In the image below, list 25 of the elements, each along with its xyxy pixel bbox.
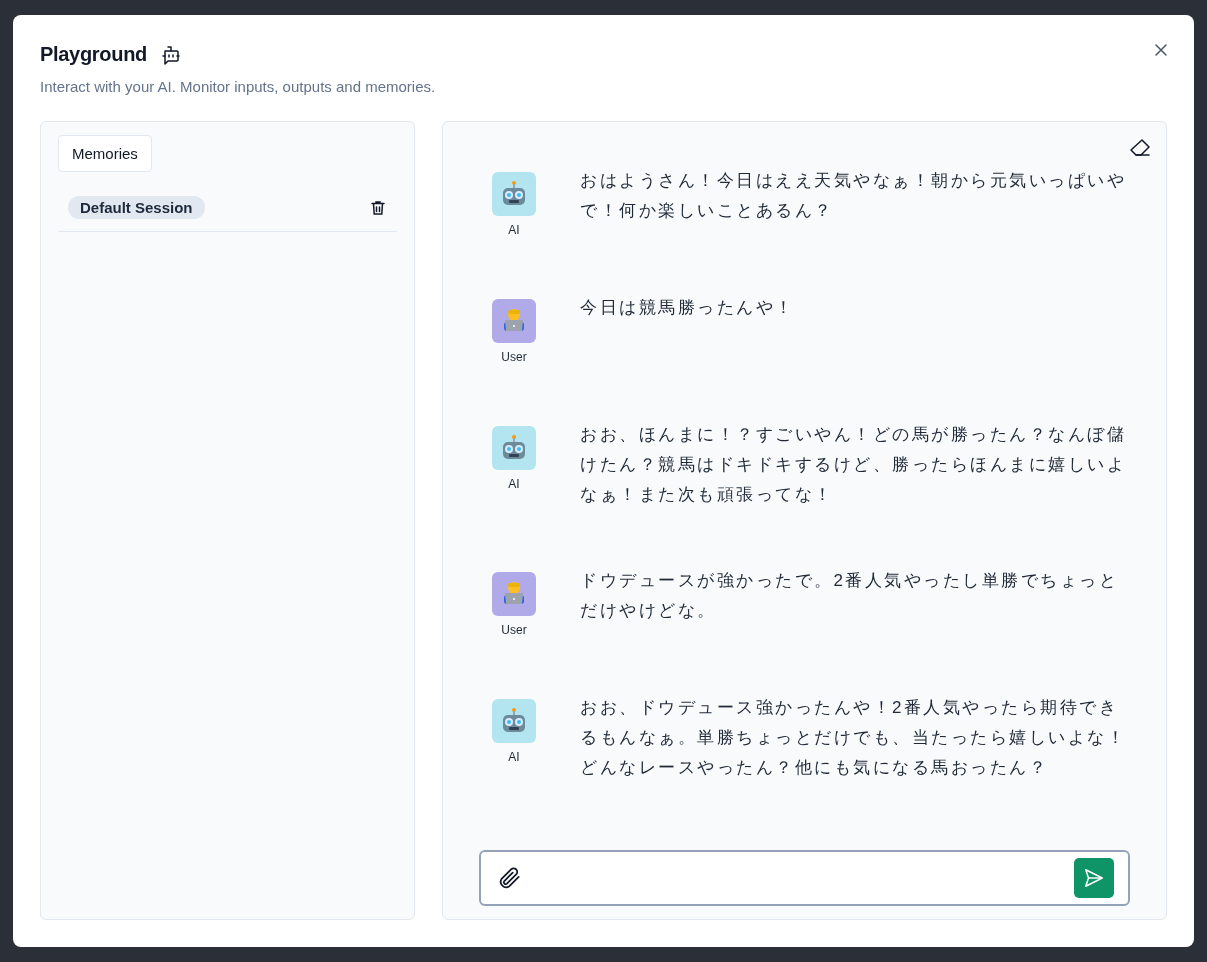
- robot-avatar: [492, 172, 536, 216]
- author-label: AI: [508, 477, 520, 491]
- message-input[interactable]: [479, 850, 1130, 906]
- trash-icon[interactable]: [369, 198, 387, 217]
- memories-tab[interactable]: Memories: [58, 135, 152, 172]
- author-label: User: [501, 623, 527, 637]
- chat-bot-icon: [161, 44, 181, 65]
- dialog-subtitle: Interact with your AI. Monitor inputs, outputs and memories.: [40, 78, 437, 95]
- robot-avatar: [492, 426, 536, 470]
- user-avatar: [492, 299, 536, 343]
- message-text: おお、ほんまに！？すごいやん！どの馬が勝ったん？なんぼ儲けたん？競馬はドキドキするけど、勝ったらほんまに嬉しいよなぁ！また次も頑張ってな！: [580, 424, 1127, 506]
- close-icon[interactable]: [1153, 42, 1169, 58]
- message-text: 今日は競馬勝ったんや！: [580, 297, 795, 319]
- message-text: おお、ドウデュース強かったんや！2番人気やったら期待できるもんなぁ。単勝ちょっとだけでも、当たったら嬉しいよな！どんなレースやったん？他にも気になる馬おったん？: [580, 697, 1127, 779]
- user-avatar: [492, 572, 536, 616]
- robot-avatar: [492, 699, 536, 743]
- message-text: おはようさん！今日はええ天気やなぁ！朝から元気いっぱいやで！何か楽しいことあるん？: [580, 170, 1127, 222]
- send-button[interactable]: [1074, 858, 1114, 898]
- paper-plane-icon: [1083, 867, 1105, 889]
- session-tag[interactable]: Default Session: [68, 196, 205, 219]
- dialog-title: Playground: [40, 43, 147, 66]
- author-label: AI: [508, 223, 520, 237]
- message-text: ドウデュースが強かったで。2番人気やったし単勝でちょっとだけやけどな。: [580, 570, 1120, 622]
- author-label: AI: [508, 750, 520, 764]
- author-label: User: [501, 350, 527, 364]
